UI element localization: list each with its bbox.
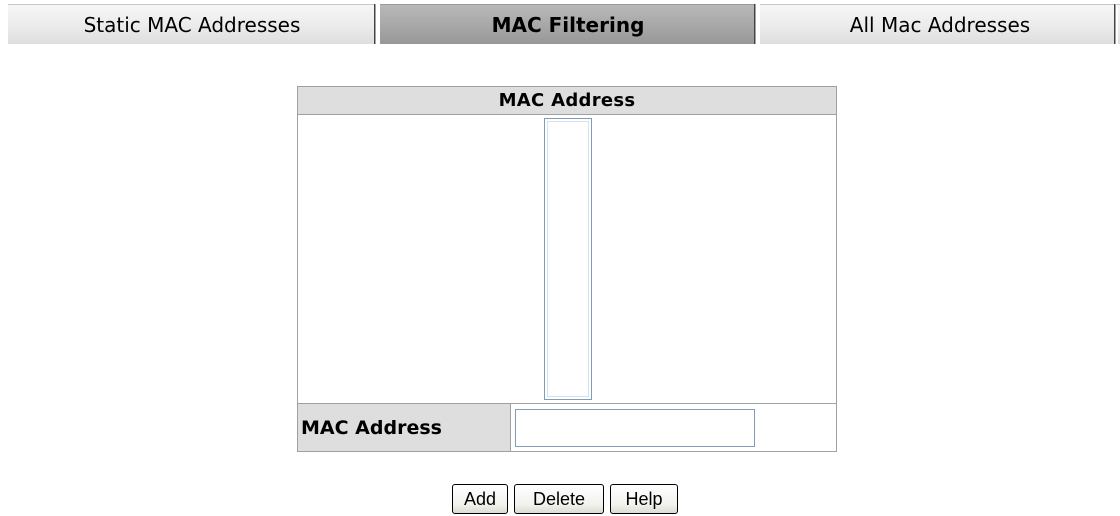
- mac-address-listbox[interactable]: [544, 118, 592, 400]
- tab-divider: [754, 4, 758, 44]
- mac-filter-table: MAC Address MAC Address: [297, 86, 837, 452]
- tab-divider: [374, 4, 378, 44]
- table-header: MAC Address: [298, 87, 836, 115]
- mac-address-input[interactable]: [515, 409, 755, 447]
- help-button[interactable]: Help: [610, 484, 678, 514]
- tab-bar: Static MAC Addresses MAC Filtering All M…: [8, 0, 1120, 46]
- mac-address-label: MAC Address: [298, 404, 511, 451]
- delete-button[interactable]: Delete: [514, 484, 604, 514]
- tab-static-mac-addresses[interactable]: Static MAC Addresses: [8, 4, 376, 44]
- tab-divider: [1114, 4, 1118, 44]
- tab-all-mac-addresses[interactable]: All Mac Addresses: [760, 4, 1120, 44]
- button-bar: Add Delete Help: [452, 484, 678, 514]
- listbox-content: [547, 121, 589, 397]
- tab-mac-filtering[interactable]: MAC Filtering: [380, 4, 756, 44]
- add-button[interactable]: Add: [452, 484, 508, 514]
